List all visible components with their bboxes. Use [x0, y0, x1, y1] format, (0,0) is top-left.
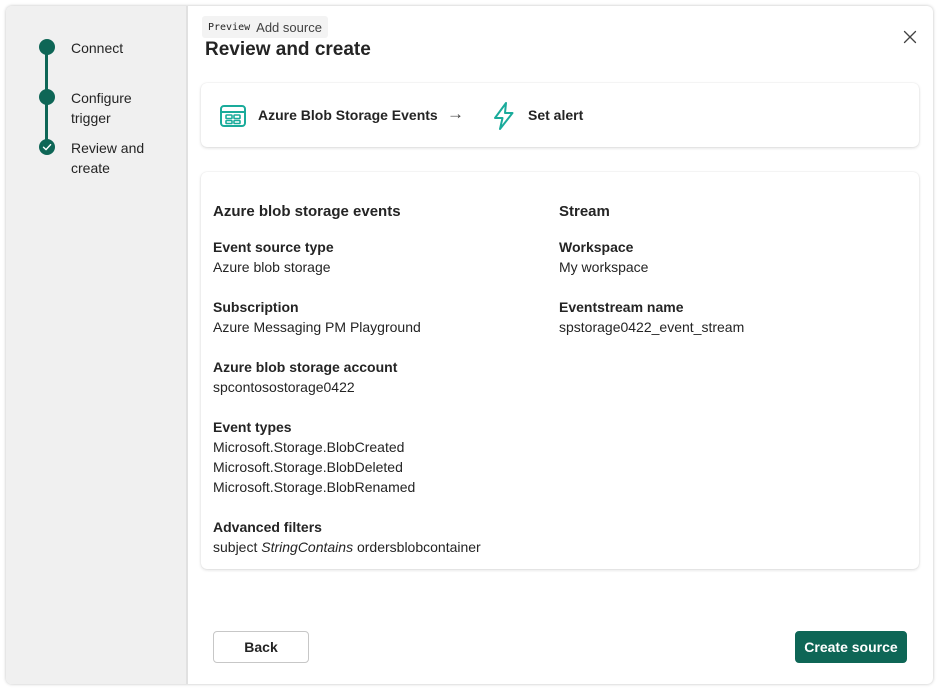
event-types-label: Event types	[213, 419, 292, 435]
close-icon	[903, 30, 917, 44]
header-subtitle: Add source	[256, 19, 322, 35]
step-connect-indicator	[39, 39, 55, 55]
event-type-item: Microsoft.Storage.BlobRenamed	[213, 479, 416, 495]
subscription-value: Azure Messaging PM Playground	[213, 319, 421, 335]
close-button[interactable]	[899, 26, 921, 48]
back-button[interactable]: Back	[213, 631, 309, 663]
step-connect-label: Connect	[71, 40, 124, 56]
filter-value: ordersblobcontainer	[356, 539, 481, 555]
event-source-type-label: Event source type	[213, 239, 334, 255]
event-type-item: Microsoft.Storage.BlobDeleted	[213, 459, 403, 475]
eventstream-name-value: spstorage0422_event_stream	[559, 319, 745, 335]
step-configure-trigger[interactable]: Configure trigger	[71, 88, 181, 128]
storage-account-value: spcontosostorage0422	[213, 379, 355, 395]
step-review-create-label-line2: create	[71, 160, 110, 176]
advanced-filter-value: subject StringContains ordersblobcontain…	[213, 537, 481, 557]
advanced-filters-label: Advanced filters	[213, 519, 322, 535]
wizard-stepper: Connect Configure trigger Review and cre…	[6, 6, 188, 684]
subscription-label: Subscription	[213, 299, 299, 315]
step-review-create-label-line1: Review and	[71, 140, 145, 156]
review-details-card: Azure blob storage events Event source t…	[201, 172, 919, 569]
workspace-value: My workspace	[559, 259, 649, 275]
filter-key: subject	[213, 539, 258, 555]
step-review-create[interactable]: Review and create	[71, 138, 181, 178]
page-title: Review and create	[205, 39, 371, 60]
checkmark-icon	[42, 143, 52, 151]
header-breadcrumb: Preview Add source	[202, 16, 328, 38]
step-review-create-indicator	[39, 139, 55, 155]
preview-tag: Preview	[208, 21, 251, 33]
blob-storage-events-icon	[220, 105, 246, 127]
lightning-icon	[494, 102, 514, 130]
event-source-type-value: Azure blob storage	[213, 259, 331, 275]
create-source-button[interactable]: Create source	[795, 631, 907, 663]
flow-target-label: Set alert	[528, 107, 584, 123]
flow-source-label: Azure Blob Storage Events	[258, 107, 438, 123]
storage-account-label: Azure blob storage account	[213, 359, 398, 375]
source-flow-card: Azure Blob Storage Events → Set alert	[201, 83, 919, 147]
step-configure-trigger-indicator	[39, 89, 55, 105]
event-type-item: Microsoft.Storage.BlobCreated	[213, 439, 405, 455]
filter-operator: StringContains	[261, 539, 354, 555]
step-configure-trigger-label-line2: trigger	[71, 110, 111, 126]
workspace-label: Workspace	[559, 239, 634, 255]
step-configure-trigger-label-line1: Configure	[71, 90, 132, 106]
step-connect[interactable]: Connect	[71, 38, 181, 58]
eventstream-name-label: Eventstream name	[559, 299, 684, 315]
add-source-dialog: Connect Configure trigger Review and cre…	[6, 6, 933, 684]
source-section-title: Azure blob storage events	[213, 203, 401, 220]
flow-arrow-icon: →	[447, 104, 464, 123]
stream-section-title: Stream	[559, 203, 610, 220]
